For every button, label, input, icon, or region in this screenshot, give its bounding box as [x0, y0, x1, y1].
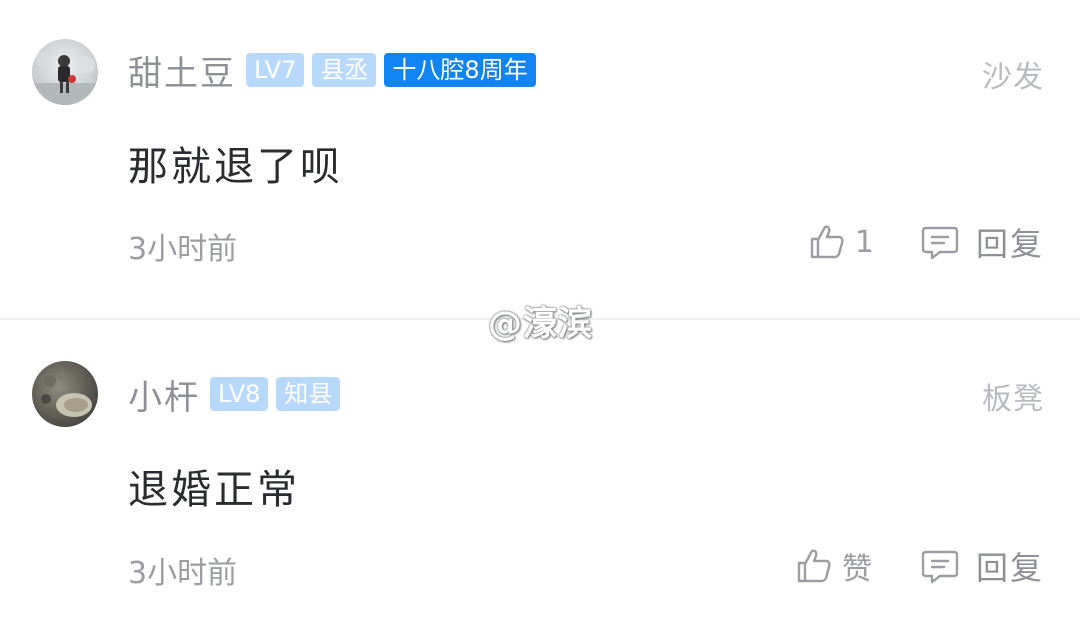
avatar[interactable] [32, 39, 98, 105]
comment-bubble-icon [921, 550, 959, 584]
like-button[interactable]: 1 [807, 220, 874, 264]
reply-button[interactable]: 回复 [920, 220, 1044, 264]
timestamp: 3小时前 [128, 232, 238, 267]
floor-label: 沙发 [982, 60, 1044, 95]
username[interactable]: 甜土豆 [128, 46, 236, 95]
user-photo-avatar-icon [32, 39, 98, 105]
username[interactable]: 小杆 [128, 370, 200, 419]
comment-text: 那就退了呗 [128, 144, 343, 190]
comment-header: 小杆 LV8 知县 [128, 374, 348, 418]
comment-meta: 3小时前 赞 回复 [128, 542, 1044, 592]
thumbs-up-icon [797, 549, 831, 583]
comment-item: 小杆 LV8 知县 板凳 退婚正常 3小时前 赞 回复 [0, 322, 1080, 636]
like-label: 赞 [842, 552, 872, 587]
comment-list: 甜土豆 LV7 县丞 十八腔8周年 沙发 那就退了呗 3小时前 1 回复 小杆 … [0, 0, 1080, 636]
floor-label: 板凳 [982, 382, 1044, 417]
watermark: @濠滨 [488, 304, 593, 344]
comment-meta: 3小时前 1 回复 [128, 218, 1044, 268]
title-badge: 知县 [276, 377, 341, 411]
reply-label: 回复 [975, 225, 1044, 263]
thumbs-up-icon [810, 225, 844, 259]
comment-text: 退婚正常 [128, 467, 300, 513]
reply-label: 回复 [975, 549, 1044, 587]
title-badge: 县丞 [312, 53, 377, 87]
timestamp: 3小时前 [128, 556, 238, 591]
user-photo-avatar-icon [32, 361, 98, 427]
anniversary-badge: 十八腔8周年 [384, 53, 536, 87]
comment-bubble-icon [921, 226, 959, 260]
like-button[interactable]: 赞 [794, 544, 872, 588]
level-badge: LV8 [210, 377, 269, 411]
level-badge: LV7 [246, 53, 305, 87]
avatar[interactable] [32, 361, 98, 427]
reply-button[interactable]: 回复 [920, 544, 1044, 588]
comment-header: 甜土豆 LV7 县丞 十八腔8周年 [128, 50, 544, 94]
like-count: 1 [854, 224, 874, 260]
comment-item: 甜土豆 LV7 县丞 十八腔8周年 沙发 那就退了呗 3小时前 1 回复 [0, 0, 1080, 318]
